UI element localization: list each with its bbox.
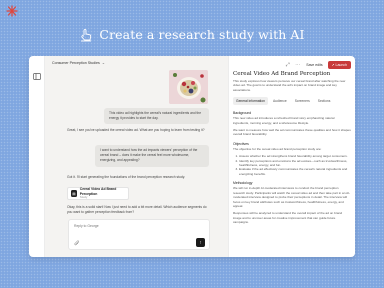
document-toolbar: ⤢ ⋯ Save edits ➚ Launch — [284, 61, 351, 69]
tab-sections[interactable]: Sections — [315, 97, 334, 105]
objectives-list: Assess whether the ad strengthens brand … — [233, 154, 351, 176]
launch-button[interactable]: ➚ Launch — [327, 61, 351, 69]
ai-message: Got it. I'll start generating the founda… — [67, 175, 186, 179]
launch-label: Launch — [335, 63, 347, 67]
arrow-up-icon: ↑ — [199, 239, 202, 246]
hero-title: Create a research study with AI — [99, 27, 305, 42]
document-intro: This study explores how viewers perceive… — [233, 79, 346, 92]
hero: Create a research study with AI — [0, 27, 384, 42]
paperclip-icon[interactable] — [74, 240, 80, 246]
chevron-down-icon: ⌄ — [101, 60, 106, 65]
send-button[interactable]: ↑ — [196, 238, 205, 247]
left-rail — [29, 56, 45, 257]
ai-message: Okay, this is a solid start! Now I just … — [67, 205, 207, 215]
save-edits-button[interactable]: Save edits — [304, 63, 324, 67]
tab-screeners[interactable]: Screeners — [292, 97, 313, 105]
tab-audience[interactable]: Audience — [270, 97, 290, 105]
expand-icon[interactable]: ⤢ — [284, 62, 291, 69]
objectives-heading: Objectives — [233, 141, 249, 146]
rocket-icon: ➚ — [331, 63, 335, 67]
document-title: Cereal Video Ad Brand Perception — [233, 71, 331, 77]
reply-composer[interactable]: ↑ — [68, 219, 210, 250]
objectives-intro: The objective for the cereal video ad br… — [233, 146, 322, 151]
hand-pointer-icon — [81, 28, 92, 41]
cereal-ad-thumbnail[interactable] — [169, 70, 208, 104]
user-message: I want to understand how the ad impacts … — [95, 145, 209, 167]
chat-panel: Consumer Perception Studies ⌄ This video… — [45, 56, 229, 257]
ai-message: Great, I see you've uploaded the cereal … — [67, 128, 205, 132]
project-selector[interactable]: Consumer Perception Studies ⌄ — [45, 56, 228, 69]
document-icon: ▤ — [71, 190, 77, 197]
more-options-icon[interactable]: ⋯ — [294, 62, 301, 69]
project-name: Consumer Perception Studies — [52, 60, 100, 65]
methodology-paragraph: Responses will be analyzed to understand… — [233, 211, 343, 225]
objective-item: Evaluate if the ad effectively communica… — [239, 167, 351, 176]
methodology-paragraph: We will run in-depth AI-moderated interv… — [233, 186, 351, 208]
study-document-panel: ⤢ ⋯ Save edits ➚ Launch Cereal Video Ad … — [229, 56, 355, 257]
methodology-heading: Methodology — [233, 181, 253, 186]
background-paragraph: We want to measure how well the ad commu… — [233, 128, 351, 137]
doc-card-subtitle: Study — [79, 194, 88, 199]
sidebar-toggle-icon[interactable] — [33, 73, 41, 80]
app-window: Consumer Perception Studies ⌄ This video… — [29, 56, 355, 257]
study-document-card[interactable]: ▤ Cereal Video Ad Brand Perception Study — [67, 187, 129, 200]
asterisk-logo-icon — [6, 5, 18, 17]
document-tabs: General information Audience Screeners S… — [233, 97, 351, 106]
chat-thread[interactable]: This video ad highlights the cereal's na… — [45, 69, 229, 219]
background-heading: Background — [233, 111, 252, 116]
reply-input[interactable] — [74, 224, 174, 228]
background-paragraph: This new video ad introduces a refreshed… — [233, 116, 335, 125]
objective-item: Identify key perceptions and emotions th… — [239, 159, 351, 168]
objective-item: Assess whether the ad strengthens brand … — [239, 154, 351, 158]
document-content: Cereal Video Ad Brand Perception This st… — [233, 71, 351, 225]
tab-general-information[interactable]: General information — [233, 97, 268, 106]
user-message: This video ad highlights the cereal's na… — [104, 108, 209, 125]
